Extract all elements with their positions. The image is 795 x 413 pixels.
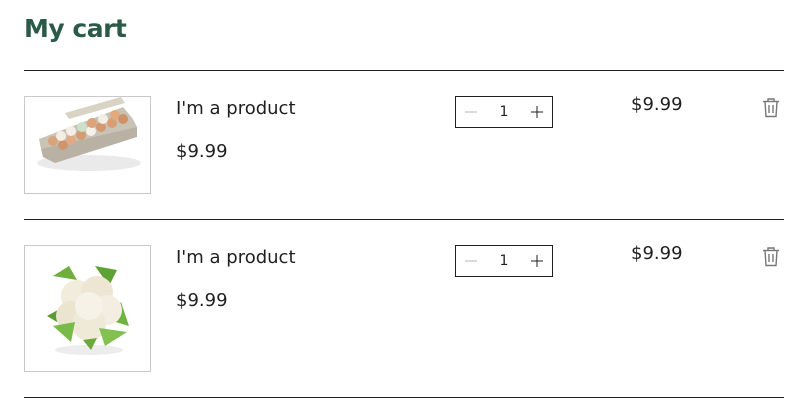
cart-item: I'm a product $9.99 1 $9.99: [24, 94, 784, 236]
trash-icon: [763, 247, 779, 267]
minus-icon: [465, 111, 477, 113]
page-title: My cart: [24, 14, 127, 43]
product-name[interactable]: I'm a product: [176, 247, 296, 268]
remove-item-button[interactable]: [762, 246, 780, 268]
minus-icon: [465, 260, 477, 262]
decrease-quantity-button[interactable]: [456, 97, 486, 127]
cart-page: My cart I'm a product $9.99 1 $9.99 I'm …: [0, 0, 795, 413]
trash-icon: [763, 98, 779, 118]
decrease-quantity-button[interactable]: [456, 246, 486, 276]
increase-quantity-button[interactable]: [522, 97, 552, 127]
quantity-input[interactable]: 1: [486, 253, 522, 269]
product-image-cauliflower[interactable]: [24, 245, 151, 372]
plus-icon: [531, 255, 543, 267]
divider: [24, 397, 784, 398]
increase-quantity-button[interactable]: [522, 246, 552, 276]
item-total-price: $9.99: [631, 243, 683, 264]
product-name[interactable]: I'm a product: [176, 98, 296, 119]
remove-item-button[interactable]: [762, 97, 780, 119]
product-unit-price: $9.99: [176, 290, 228, 311]
item-total-price: $9.99: [631, 94, 683, 115]
quantity-stepper: 1: [455, 245, 553, 277]
product-image-eggs[interactable]: [24, 96, 151, 194]
egg-carton-image: [37, 97, 141, 171]
product-unit-price: $9.99: [176, 141, 228, 162]
divider: [24, 70, 784, 71]
quantity-input[interactable]: 1: [486, 104, 522, 120]
plus-icon: [531, 106, 543, 118]
quantity-stepper: 1: [455, 96, 553, 128]
cauliflower-image: [47, 266, 129, 355]
divider: [24, 219, 784, 220]
cart-item: I'm a product $9.99 1 $9.99: [24, 243, 784, 385]
